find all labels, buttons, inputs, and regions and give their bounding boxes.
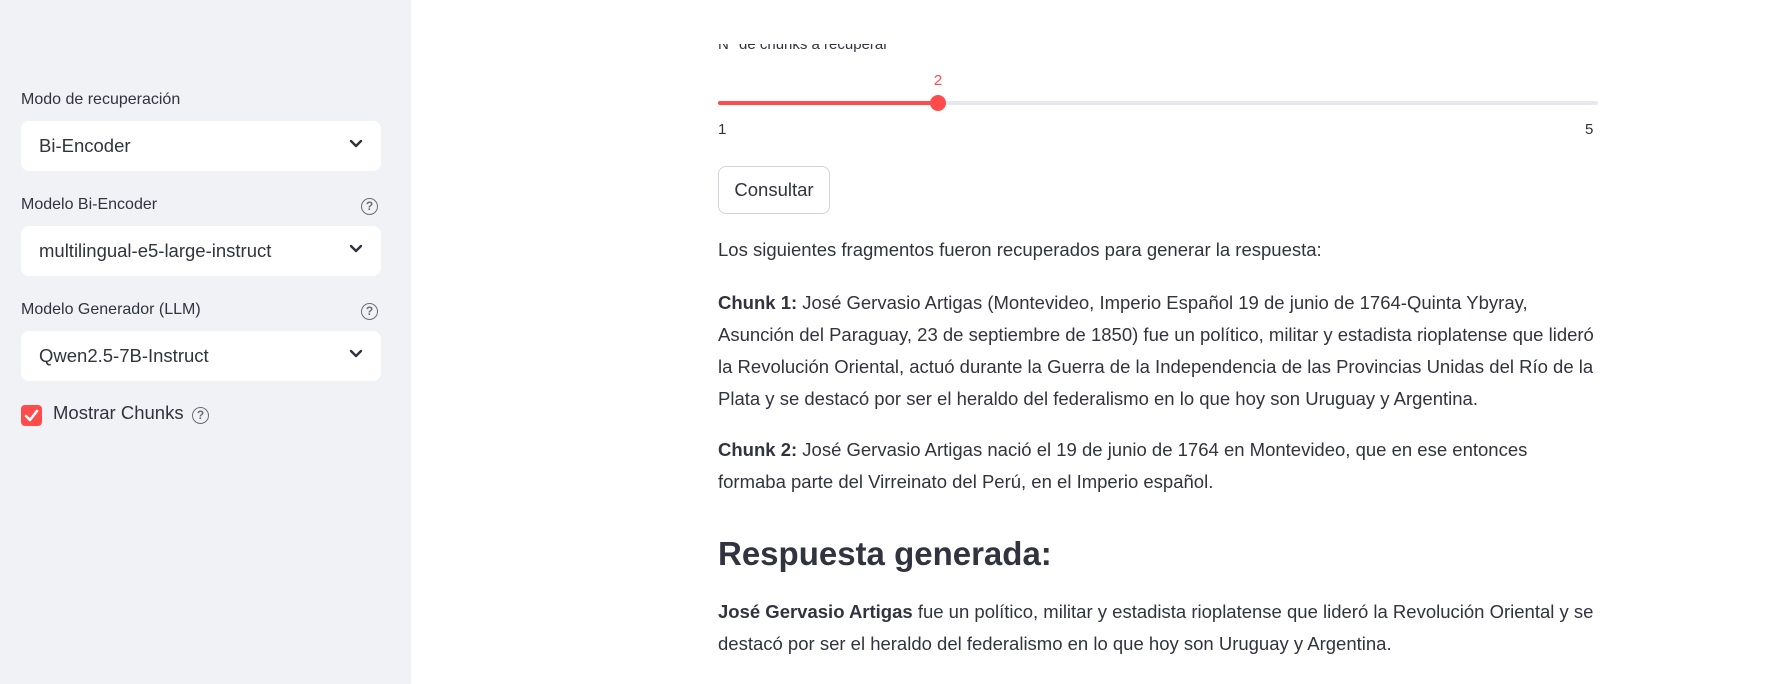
slider-label: N° de chunks a recuperar (718, 44, 889, 53)
slider-min-label: 1 (718, 121, 727, 138)
intro-text: Los siguientes fragmentos fueron recuper… (718, 239, 1322, 260)
chevron-down-icon (349, 349, 363, 358)
chunk-2: Chunk 2: José Gervasio Artigas nació el … (718, 434, 1598, 498)
chunk-text: José Gervasio Artigas (Montevideo, Imper… (718, 292, 1594, 409)
bi-encoder-model-select[interactable]: multilingual-e5-large-instruct (21, 226, 381, 276)
query-button[interactable]: Consultar (718, 166, 830, 214)
chunk-text: José Gervasio Artigas nació el 19 de jun… (718, 439, 1528, 492)
retrieval-mode-value: Bi-Encoder (39, 135, 131, 156)
chevron-down-icon (349, 244, 363, 253)
chunks-slider[interactable]: 2 (718, 72, 1598, 111)
retrieval-mode-select[interactable]: Bi-Encoder (21, 121, 381, 171)
answer-heading: Respuesta generada: (718, 535, 1052, 572)
checkmark-icon (24, 409, 39, 422)
chunk-1: Chunk 1: José Gervasio Artigas (Montevid… (718, 287, 1598, 415)
chunk-label: Chunk 2: (718, 439, 798, 460)
slider-max-label: 5 (1585, 121, 1594, 138)
show-chunks-label[interactable]: Mostrar Chunks (53, 402, 184, 424)
answer-subject: José Gervasio Artigas (718, 601, 913, 622)
generator-model-label: Modelo Generador (LLM) (21, 301, 201, 318)
help-icon[interactable]: ? (192, 407, 209, 424)
retrieval-mode-label: Modo de recuperación (21, 91, 181, 108)
bi-encoder-model-value: multilingual-e5-large-instruct (39, 240, 272, 261)
slider-value: 2 (933, 72, 943, 89)
generator-model-select[interactable]: Qwen2.5-7B-Instruct (21, 331, 381, 381)
generator-model-value: Qwen2.5-7B-Instruct (39, 345, 209, 366)
bi-encoder-model-label: Modelo Bi-Encoder (21, 196, 158, 213)
slider-fill (718, 101, 938, 105)
chevron-down-icon (349, 139, 363, 148)
slider-thumb[interactable] (930, 95, 946, 111)
sidebar: Modo de recuperación Bi-Encoder Modelo B… (0, 0, 411, 684)
chunk-label: Chunk 1: (718, 292, 798, 313)
help-icon[interactable]: ? (361, 198, 378, 215)
help-icon[interactable]: ? (361, 303, 378, 320)
generated-answer: José Gervasio Artigas fue un político, m… (718, 596, 1598, 660)
show-chunks-checkbox[interactable] (21, 405, 42, 426)
